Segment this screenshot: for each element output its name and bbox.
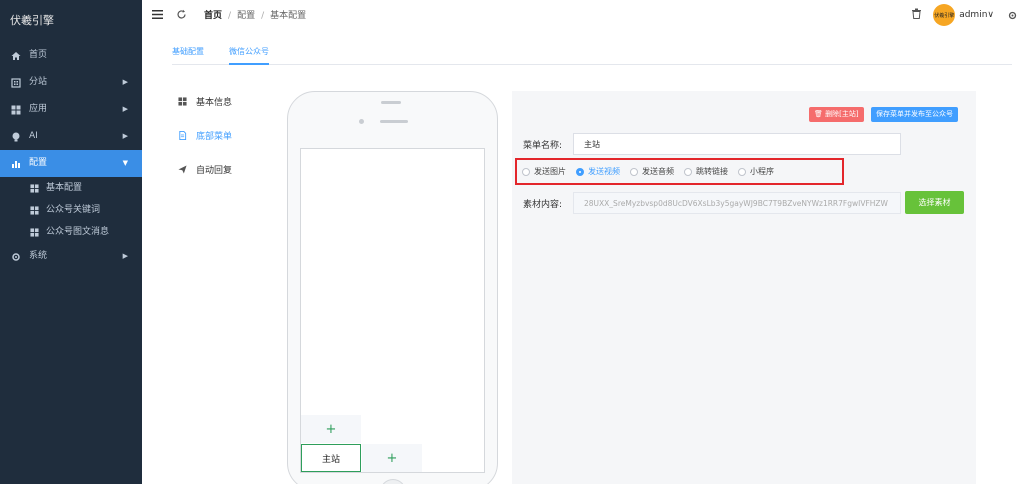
sidebar-subitem-keywords[interactable]: 公众号关键词 bbox=[0, 199, 142, 221]
sidebar-item-label: 首页 bbox=[29, 50, 48, 60]
phone-sensor bbox=[380, 120, 408, 123]
menu-name-label: 菜单名称: bbox=[523, 141, 563, 151]
caret-right-icon: ▶ bbox=[122, 105, 128, 113]
grid-icon bbox=[30, 183, 40, 193]
action-type-radio-group: 发送图片 发送视频 发送音频 跳转链接 小程序 bbox=[515, 158, 844, 185]
sidebar-item-label: AI bbox=[29, 131, 38, 141]
phone-home-button bbox=[380, 479, 406, 484]
radio-dot bbox=[522, 167, 530, 176]
radio-label: 跳转链接 bbox=[696, 167, 728, 176]
add-submenu-button[interactable]: + bbox=[301, 415, 361, 443]
document-icon bbox=[178, 130, 188, 140]
caret-right-icon: ▶ bbox=[122, 132, 128, 140]
config-tabs: 基础配置 微信公众号 bbox=[172, 46, 1012, 65]
tab-basic-config[interactable]: 基础配置 bbox=[172, 46, 204, 65]
sidebar-subitem-label: 基本配置 bbox=[46, 183, 83, 193]
caret-down-icon: ▼ bbox=[122, 159, 128, 167]
sidebar-item-config[interactable]: 配置 ▼ bbox=[0, 150, 142, 177]
menu-button-main-site[interactable]: 主站 bbox=[301, 444, 361, 472]
radio-label: 发送音频 bbox=[642, 167, 674, 176]
sidebar-item-substation[interactable]: 分站 ▶ bbox=[0, 69, 142, 96]
sidebar-subitem-basic-config[interactable]: 基本配置 bbox=[0, 177, 142, 199]
sidebar-item-apps[interactable]: 应用 ▶ bbox=[0, 96, 142, 123]
radio-label: 小程序 bbox=[750, 167, 774, 176]
breadcrumb: 首页 / 配置 / 基本配置 bbox=[204, 11, 307, 21]
sidebar-item-label: 配置 bbox=[29, 158, 48, 168]
wechat-left-menu: 基本信息 底部菜单 自动回复 bbox=[172, 84, 272, 186]
grid-icon bbox=[30, 205, 40, 215]
send-icon bbox=[178, 164, 188, 174]
tab-wechat-official[interactable]: 微信公众号 bbox=[229, 46, 269, 65]
grid-icon bbox=[10, 105, 22, 115]
material-content-label: 素材内容: bbox=[523, 200, 563, 210]
caret-right-icon: ▶ bbox=[122, 78, 128, 86]
top-header: 首页 / 配置 / 基本配置 伏羲引擎 admin∨ bbox=[142, 0, 1024, 30]
menu-item-bottom-menu[interactable]: 底部菜单 bbox=[172, 118, 272, 152]
radio-send-image[interactable]: 发送图片 bbox=[522, 166, 566, 177]
menu-item-label: 基本信息 bbox=[196, 97, 233, 108]
delete-menu-label: 删除[主站] bbox=[825, 110, 859, 118]
sidebar-subitem-articles[interactable]: 公众号图文消息 bbox=[0, 221, 142, 243]
sidebar-item-label: 应用 bbox=[29, 104, 48, 114]
grid-icon bbox=[30, 227, 40, 237]
trash-icon: 🗑 bbox=[814, 110, 826, 118]
brand-title: 伏羲引擎 bbox=[10, 14, 54, 27]
trash-icon[interactable] bbox=[910, 7, 922, 19]
radio-dot bbox=[576, 167, 584, 176]
add-menu-button[interactable]: + bbox=[362, 444, 422, 472]
sidebar-subitem-label: 公众号图文消息 bbox=[46, 227, 110, 237]
radio-mini-program[interactable]: 小程序 bbox=[738, 166, 774, 177]
sidebar-item-label: 分站 bbox=[29, 77, 48, 87]
sidebar: 伏羲引擎 首页 分站 ▶ 应用 ▶ AI ▶ 配置 ▼ 基本配置 公众号关键词 … bbox=[0, 0, 142, 484]
caret-right-icon: ▶ bbox=[122, 252, 128, 260]
sidebar-item-system[interactable]: 系统 ▶ bbox=[0, 243, 142, 270]
radio-dot bbox=[630, 167, 638, 176]
radio-jump-link[interactable]: 跳转链接 bbox=[684, 166, 728, 177]
sidebar-item-label: 系统 bbox=[29, 251, 48, 261]
gear-icon bbox=[10, 252, 22, 262]
menu-item-auto-reply[interactable]: 自动回复 bbox=[172, 152, 272, 186]
home-icon bbox=[10, 51, 22, 61]
breadcrumb-item[interactable]: 首页 bbox=[204, 11, 222, 21]
refresh-icon[interactable] bbox=[175, 8, 187, 20]
radio-dot bbox=[684, 167, 692, 176]
user-name-label: admin bbox=[959, 10, 988, 20]
menu-toggle-icon[interactable] bbox=[151, 8, 163, 20]
grid-icon bbox=[178, 96, 188, 106]
bulb-icon bbox=[10, 132, 22, 142]
sidebar-item-home[interactable]: 首页 bbox=[0, 42, 142, 69]
chevron-down-icon: ∨ bbox=[987, 10, 994, 20]
breadcrumb-item[interactable]: 配置 bbox=[237, 11, 255, 21]
phone-camera bbox=[359, 119, 364, 124]
building-icon bbox=[10, 77, 22, 88]
breadcrumb-item: 基本配置 bbox=[270, 11, 307, 21]
material-content-input[interactable] bbox=[573, 192, 901, 214]
choose-material-button[interactable]: 选择素材 bbox=[905, 191, 964, 214]
radio-label: 发送视频 bbox=[588, 167, 620, 176]
sidebar-item-ai[interactable]: AI ▶ bbox=[0, 123, 142, 150]
radio-label: 发送图片 bbox=[534, 167, 566, 176]
menu-item-label: 自动回复 bbox=[196, 165, 233, 176]
menu-item-label: 底部菜单 bbox=[196, 131, 233, 142]
avatar[interactable]: 伏羲引擎 bbox=[933, 4, 956, 26]
sidebar-subitem-label: 公众号关键词 bbox=[46, 205, 101, 215]
radio-send-audio[interactable]: 发送音频 bbox=[630, 166, 674, 177]
menu-item-basic-info[interactable]: 基本信息 bbox=[172, 84, 272, 118]
chart-icon bbox=[10, 159, 22, 169]
settings-icon[interactable] bbox=[1006, 9, 1018, 21]
radio-send-video[interactable]: 发送视频 bbox=[576, 166, 620, 177]
radio-dot bbox=[738, 167, 746, 176]
menu-name-input[interactable] bbox=[573, 133, 901, 155]
user-name[interactable]: admin∨ bbox=[959, 10, 994, 20]
phone-speaker bbox=[381, 101, 401, 104]
delete-menu-button[interactable]: 🗑 删除[主站] bbox=[809, 107, 864, 122]
save-publish-button[interactable]: 保存菜单并发布至公众号 bbox=[871, 107, 958, 122]
